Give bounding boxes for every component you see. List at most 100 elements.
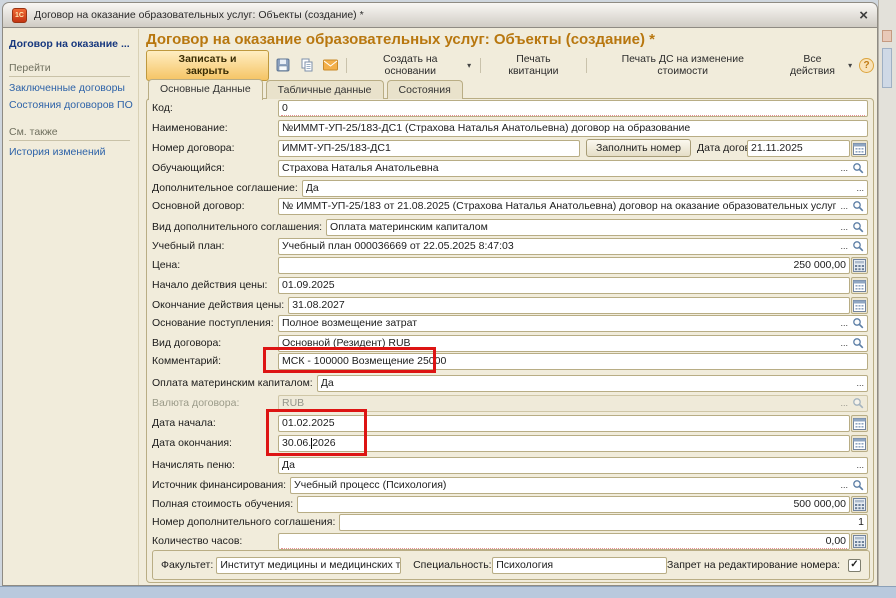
additional-agreement-field[interactable]: Да...	[302, 180, 868, 197]
tab-tabular-data[interactable]: Табличные данные	[266, 80, 384, 99]
sidebar-current-item[interactable]: Договор на оказание ...	[9, 38, 134, 50]
field-row-contract-kind: Вид договора:Основной (Резидент) RUB...	[152, 334, 868, 352]
contract-number-value: ИММТ-УП-25/183-ДС1	[282, 142, 576, 154]
tab-bar: Основные Данные Табличные данные Состоян…	[148, 79, 466, 99]
magnifier-icon[interactable]	[852, 337, 864, 349]
background-window-edge	[878, 0, 896, 586]
calendar-icon[interactable]	[851, 297, 868, 314]
calendar-icon[interactable]	[851, 435, 868, 452]
speciality-field[interactable]: Психология	[492, 557, 667, 574]
ellipsis-button[interactable]: ...	[840, 164, 848, 173]
price-start-label: Начало действия цены:	[152, 279, 278, 291]
name-field[interactable]: №ИММТ-УП-25/183-ДС1 (Страхова Наталья Ан…	[278, 120, 868, 137]
contract-number-field[interactable]: ИММТ-УП-25/183-ДС1	[278, 140, 580, 157]
contract-kind-label: Вид договора:	[152, 337, 278, 349]
agreement-number-label: Номер дополнительного соглашения:	[152, 516, 339, 528]
main-contract-field[interactable]: № ИММТ-УП-25/183 от 21.08.2025 (Страхова…	[278, 198, 868, 215]
receipt-basis-field[interactable]: Полное возмещение затрат...	[278, 315, 868, 332]
agreement-kind-field[interactable]: Оплата материнским капиталом...	[326, 219, 868, 236]
save-icon[interactable]	[273, 56, 293, 75]
required-underline	[281, 115, 865, 116]
student-field[interactable]: Страхова Наталья Анатольевна...	[278, 160, 868, 177]
field-row-main-contract: Основной договор:№ ИММТ-УП-25/183 от 21.…	[152, 197, 868, 215]
penalty-field[interactable]: Да...	[278, 457, 868, 474]
calculator-icon[interactable]	[851, 257, 868, 274]
screen: 1С Договор на оказание образовательных у…	[0, 0, 896, 598]
toolbar-separator	[586, 58, 587, 73]
desktop-background	[0, 586, 896, 598]
calculator-icon[interactable]	[851, 496, 868, 513]
window-title: Договор на оказание образовательных услу…	[34, 9, 364, 21]
toolbar-separator	[346, 58, 347, 73]
calendar-icon[interactable]	[851, 415, 868, 432]
agreement-number-field[interactable]: 1	[339, 514, 868, 531]
ellipsis-button[interactable]: ...	[856, 379, 864, 388]
magnifier-icon[interactable]	[852, 162, 864, 174]
ellipsis-button[interactable]: ...	[840, 319, 848, 328]
ellipsis-button[interactable]: ...	[840, 223, 848, 232]
create-based-on-button[interactable]: Создать на основании▾	[353, 51, 474, 79]
chevron-down-icon: ▾	[467, 61, 471, 70]
calendar-icon[interactable]	[851, 277, 868, 294]
full-cost-field[interactable]: 500 000,00	[297, 496, 850, 513]
magnifier-icon[interactable]	[852, 317, 864, 329]
field-row-hours: Количество часов:0,00	[152, 532, 868, 550]
magnifier-icon[interactable]	[852, 397, 864, 409]
ellipsis-button[interactable]: ...	[840, 481, 848, 490]
close-icon[interactable]: ×	[859, 8, 868, 23]
lock-number-checkbox[interactable]: ✓	[848, 559, 861, 572]
tab-states[interactable]: Состояния	[387, 80, 463, 99]
magnifier-icon[interactable]	[852, 221, 864, 233]
print-ds-button[interactable]: Печать ДС на изменение стоимости	[593, 51, 773, 79]
funding-source-field[interactable]: Учебный процесс (Психология)...	[290, 477, 868, 494]
hours-field[interactable]: 0,00	[278, 533, 850, 550]
contract-date-label: Дата договора:	[697, 142, 743, 154]
field-row-date-start: Дата начала:01.02.2025	[152, 414, 868, 432]
save-and-close-button[interactable]: Записать и закрыть	[146, 50, 269, 81]
fill-number-button[interactable]: Заполнить номер	[586, 139, 691, 157]
currency-value: RUB	[282, 397, 836, 409]
calculator-icon[interactable]	[851, 533, 868, 550]
calendar-icon[interactable]	[851, 140, 868, 157]
price-end-field[interactable]: 31.08.2027	[288, 297, 850, 314]
sidebar-link-contract-states[interactable]: Состояния договоров ПО	[9, 99, 134, 111]
funding-source-value: Учебный процесс (Психология)	[294, 479, 836, 491]
field-row-comment: Комментарий:МСК - 100000 Возмещение 2500…	[152, 352, 868, 370]
maternity-payment-field[interactable]: Да...	[317, 375, 868, 392]
code-field[interactable]: 0	[278, 100, 868, 117]
tab-main-data[interactable]: Основные Данные	[148, 79, 263, 100]
contract-date-field[interactable]: 21.11.2025	[747, 140, 850, 157]
sidebar: Договор на оказание ... Перейти Заключен…	[3, 29, 139, 585]
all-actions-button[interactable]: Все действия▾	[777, 51, 855, 79]
sidebar-link-concluded-contracts[interactable]: Заключенные договоры	[9, 82, 134, 94]
footer-group: Факультет: Институт медицины и медицинск…	[152, 550, 870, 580]
price-value: 250 000,00	[282, 259, 846, 271]
curriculum-value: Учебный план 000036669 от 22.05.2025 8:4…	[282, 240, 836, 252]
field-row-receipt-basis: Основание поступления:Полное возмещение …	[152, 314, 868, 332]
field-row-funding-source: Источник финансирования:Учебный процесс …	[152, 476, 868, 494]
magnifier-icon[interactable]	[852, 240, 864, 252]
ellipsis-button[interactable]: ...	[856, 461, 864, 470]
field-row-penalty: Начислять пеню:Да...	[152, 456, 868, 474]
agreement-kind-value: Оплата материнским капиталом	[330, 221, 836, 233]
print-icon[interactable]	[297, 56, 317, 75]
ellipsis-button[interactable]: ...	[840, 202, 848, 211]
ellipsis-button[interactable]: ...	[840, 242, 848, 251]
curriculum-field[interactable]: Учебный план 000036669 от 22.05.2025 8:4…	[278, 238, 868, 255]
magnifier-icon[interactable]	[852, 200, 864, 212]
price-field[interactable]: 250 000,00	[278, 257, 850, 274]
print-receipt-button[interactable]: Печать квитанции	[487, 51, 580, 79]
additional-agreement-label: Дополнительное соглашение:	[152, 182, 302, 194]
ellipsis-button[interactable]: ...	[840, 339, 848, 348]
hours-value: 0,00	[282, 535, 846, 547]
background-fragment	[882, 48, 892, 88]
field-row-curriculum: Учебный план:Учебный план 000036669 от 2…	[152, 237, 868, 255]
help-icon[interactable]: ?	[859, 58, 874, 73]
ellipsis-button[interactable]: ...	[840, 399, 848, 408]
ellipsis-button[interactable]: ...	[856, 184, 864, 193]
faculty-field[interactable]: Институт медицины и медицинских технолог…	[216, 557, 401, 574]
magnifier-icon[interactable]	[852, 479, 864, 491]
mail-icon[interactable]	[321, 56, 341, 75]
price-start-field[interactable]: 01.09.2025	[278, 277, 850, 294]
sidebar-link-change-history[interactable]: История изменений	[9, 146, 134, 158]
